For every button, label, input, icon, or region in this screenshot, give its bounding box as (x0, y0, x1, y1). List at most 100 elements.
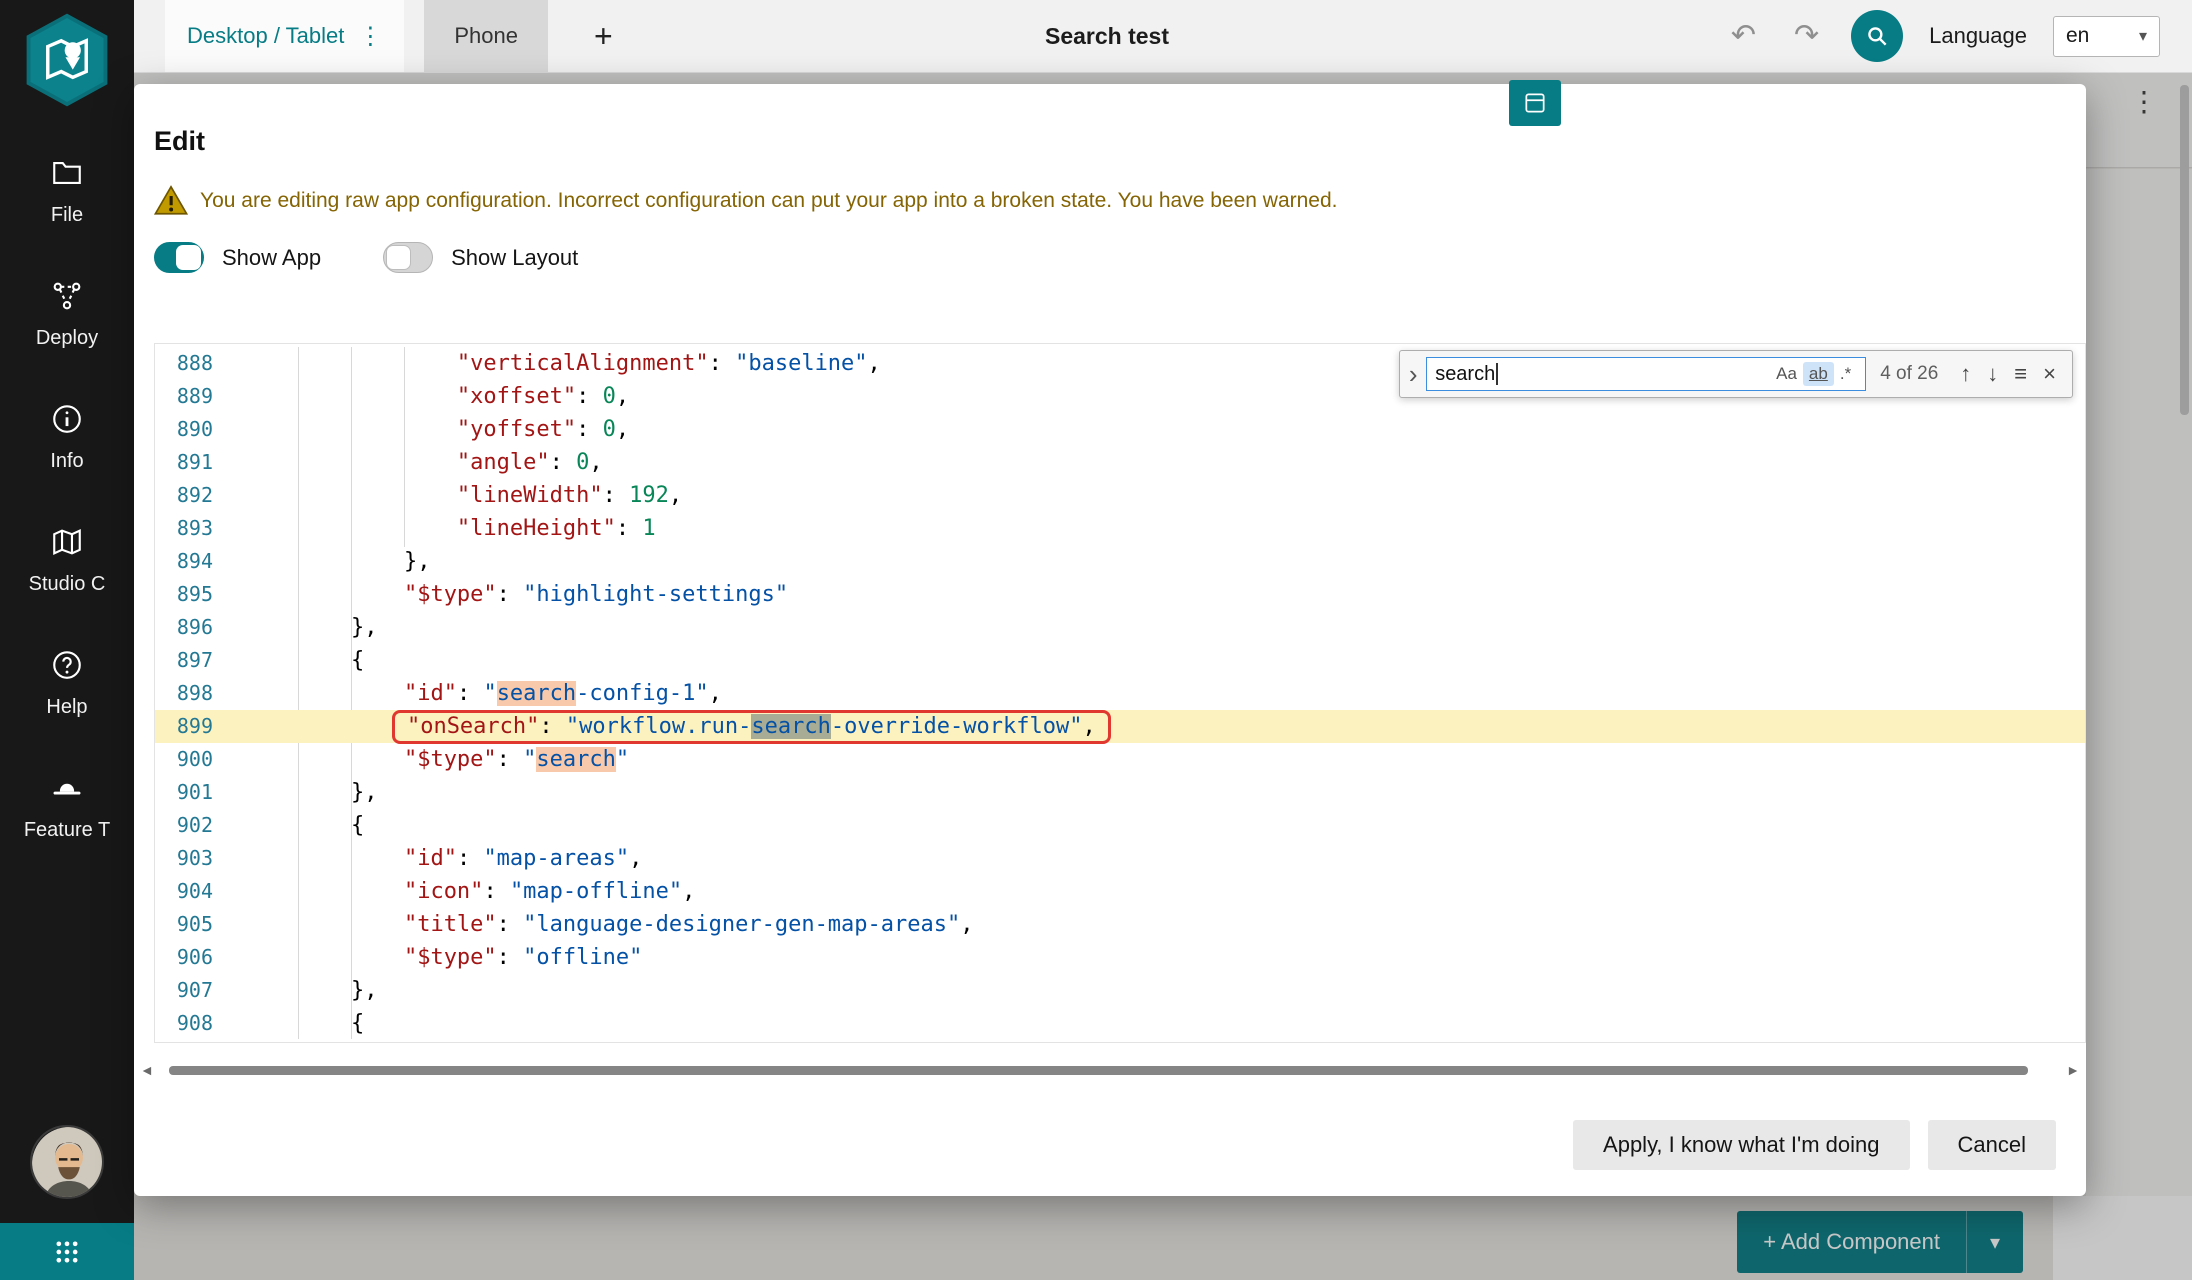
avatar[interactable] (30, 1125, 104, 1199)
sidebar-item-file[interactable]: File (0, 156, 134, 227)
code-text: "$type": "highlight-settings" (243, 578, 788, 611)
show-app-toggle[interactable] (154, 242, 204, 273)
code-line[interactable]: 898 "id": "search-config-1", (155, 677, 2085, 710)
code-line[interactable]: 902 { (155, 809, 2085, 842)
search-icon (1864, 23, 1890, 49)
code-line[interactable]: 904 "icon": "map-offline", (155, 875, 2085, 908)
next-match-button[interactable]: ↓ (1979, 363, 2006, 385)
line-number[interactable]: 902 (155, 809, 243, 842)
code-token: " (523, 747, 536, 772)
line-number[interactable]: 898 (155, 677, 243, 710)
code-text: "lineWidth": 192, (243, 479, 682, 512)
sidebar-item-help[interactable]: Help (0, 648, 134, 719)
warning-icon (154, 184, 188, 218)
line-number[interactable]: 908 (155, 1007, 243, 1040)
modal-toggles: Show App Show Layout (154, 242, 578, 273)
scrollbar-track[interactable] (162, 1066, 2058, 1075)
scroll-left-arrow[interactable]: ◄ (140, 1063, 154, 1077)
code-line[interactable]: 900 "$type": "search" (155, 743, 2085, 776)
sidebar-item-feature-t[interactable]: Feature T (0, 771, 134, 842)
line-number[interactable]: 900 (155, 743, 243, 776)
code-line[interactable]: 895 "$type": "highlight-settings" (155, 578, 2085, 611)
match-case-button[interactable]: Aa (1770, 362, 1803, 386)
code-editor[interactable]: 888 "verticalAlignment": "baseline",889 … (154, 343, 2086, 1043)
sidebar-item-label: Info (50, 450, 83, 473)
code-token: , (682, 879, 695, 904)
app-logo-icon[interactable] (17, 10, 117, 110)
code-line[interactable]: 899 "onSearch": "workflow.run-search-ove… (155, 710, 2085, 743)
code-token: : (457, 681, 484, 706)
show-layout-toggle[interactable] (383, 242, 433, 273)
code-token: }, (404, 549, 431, 574)
undo-button[interactable]: ↶ (1725, 20, 1762, 52)
line-number[interactable]: 893 (155, 512, 243, 545)
line-number[interactable]: 896 (155, 611, 243, 644)
line-number[interactable]: 903 (155, 842, 243, 875)
line-number[interactable]: 891 (155, 446, 243, 479)
code-line[interactable]: 897 { (155, 644, 2085, 677)
redo-button[interactable]: ↷ (1788, 20, 1825, 52)
code-line[interactable]: 891 "angle": 0, (155, 446, 2085, 479)
code-token: 192 (629, 483, 669, 508)
whole-word-button[interactable]: ab (1803, 362, 1834, 386)
line-number[interactable]: 892 (155, 479, 243, 512)
line-number[interactable]: 897 (155, 644, 243, 677)
scrollbar-thumb[interactable] (169, 1066, 2027, 1075)
code-line[interactable]: 893 "lineHeight": 1 (155, 512, 2085, 545)
line-number[interactable]: 890 (155, 413, 243, 446)
scroll-right-arrow[interactable]: ► (2066, 1063, 2080, 1077)
line-number[interactable]: 905 (155, 908, 243, 941)
apps-grid-button[interactable] (0, 1223, 134, 1280)
code-text: { (243, 644, 364, 677)
line-number[interactable]: 906 (155, 941, 243, 974)
selected-widget-badge (1509, 80, 1561, 126)
sidebar-item-studio-c[interactable]: Studio C (0, 525, 134, 596)
sidebar-item-info[interactable]: Info (0, 402, 134, 473)
tab-desktop-tablet[interactable]: Desktop / Tablet⋮ (165, 0, 404, 72)
tab-phone[interactable]: Phone (424, 0, 548, 72)
page-title: Search test (1045, 23, 1169, 50)
add-tab-button[interactable]: + (588, 19, 619, 53)
line-number[interactable]: 894 (155, 545, 243, 578)
code-line[interactable]: 901 }, (155, 776, 2085, 809)
code-token: 0 (603, 384, 616, 409)
code-token: 0 (576, 450, 589, 475)
line-number[interactable]: 889 (155, 380, 243, 413)
code-line[interactable]: 890 "yoffset": 0, (155, 413, 2085, 446)
tab-menu-kebab-icon[interactable]: ⋮ (358, 22, 382, 51)
line-number[interactable]: 899 (155, 710, 243, 743)
cancel-button[interactable]: Cancel (1928, 1120, 2056, 1170)
sidebar-item-label: File (51, 204, 83, 227)
code-line[interactable]: 903 "id": "map-areas", (155, 842, 2085, 875)
code-line[interactable]: 894 }, (155, 545, 2085, 578)
code-line[interactable]: 905 "title": "language-designer-gen-map-… (155, 908, 2085, 941)
search-button[interactable] (1851, 10, 1903, 62)
code-token: , (709, 681, 722, 706)
line-number[interactable]: 904 (155, 875, 243, 908)
find-input[interactable]: search Aa ab .* (1426, 357, 1866, 391)
find-fold-chevron-icon[interactable]: › (1400, 351, 1426, 397)
close-find-button[interactable]: × (2035, 363, 2064, 385)
language-select[interactable]: en ▾ (2053, 16, 2160, 57)
code-line[interactable]: 906 "$type": "offline" (155, 941, 2085, 974)
warning-banner: You are editing raw app configuration. I… (154, 184, 1338, 218)
code-token: { (351, 1011, 364, 1036)
find-in-selection-button[interactable]: ≡ (2006, 363, 2035, 385)
line-number[interactable]: 901 (155, 776, 243, 809)
code-lines: 888 "verticalAlignment": "baseline",889 … (155, 344, 2085, 1040)
code-line[interactable]: 908 { (155, 1007, 2085, 1040)
line-number[interactable]: 888 (155, 347, 243, 380)
previous-match-button[interactable]: ↑ (1952, 363, 1979, 385)
code-line[interactable]: 907 }, (155, 974, 2085, 1007)
line-number[interactable]: 907 (155, 974, 243, 1007)
code-line[interactable]: 892 "lineWidth": 192, (155, 479, 2085, 512)
code-token: "id" (404, 681, 457, 706)
code-text: "angle": 0, (243, 446, 603, 479)
regex-button[interactable]: .* (1834, 362, 1857, 386)
code-token: : (497, 945, 524, 970)
code-token: "yoffset" (457, 417, 576, 442)
sidebar-item-deploy[interactable]: Deploy (0, 279, 134, 350)
code-line[interactable]: 896 }, (155, 611, 2085, 644)
line-number[interactable]: 895 (155, 578, 243, 611)
apply-button[interactable]: Apply, I know what I'm doing (1573, 1120, 1909, 1170)
